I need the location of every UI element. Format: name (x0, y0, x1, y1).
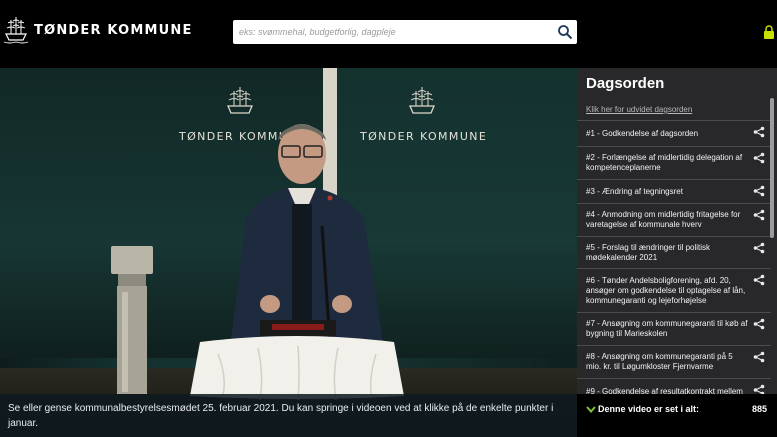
agenda-item-2[interactable]: #2 - Forlængelse af midlertidig delegati… (577, 146, 771, 179)
share-icon[interactable] (753, 209, 765, 221)
agenda-item-label: #4 - Anmodning om midlertidig fritagelse… (586, 210, 741, 229)
agenda-item-label: #7 - Ansøgning om kommunegaranti til køb… (586, 319, 748, 338)
agenda-item-label: #6 - Tønder Andelsboligforening, afd. 20… (586, 275, 746, 305)
share-icon[interactable] (753, 318, 765, 330)
agenda-item-8[interactable]: #8 - Ansøgning om kommunegaranti på 5 mi… (577, 345, 771, 378)
search-input[interactable] (233, 20, 551, 44)
brand-name[interactable]: TØNDER KOMMUNE (34, 23, 193, 38)
agenda-scrollbar[interactable] (770, 98, 774, 238)
search-icon[interactable] (557, 24, 573, 40)
agenda-title: Dagsorden (586, 75, 665, 92)
site-header: TØNDER KOMMUNE (0, 0, 777, 68)
podium-table (190, 320, 404, 400)
agenda-item-label: #3 - Ændring af tegningsret (586, 186, 683, 196)
agenda-item-1[interactable]: #1 - Godkendelse af dagsorden (577, 120, 771, 146)
video-caption: Se eller gense kommunalbestyrelsesmødet … (0, 394, 577, 437)
agenda-list: #1 - Godkendelse af dagsorden #2 - Forlæ… (577, 120, 771, 404)
search-box (233, 20, 577, 44)
agenda-panel: Dagsorden Klik her for udvidet dagsorden… (577, 68, 777, 437)
share-icon[interactable] (753, 242, 765, 254)
share-icon[interactable] (753, 126, 765, 138)
agenda-item-label: #2 - Forlængelse af midlertidig delegati… (586, 153, 743, 172)
share-icon[interactable] (753, 185, 765, 197)
agenda-item-label: #8 - Ansøgning om kommunegaranti på 5 mi… (586, 352, 733, 371)
agenda-item-label: #5 - Forslag til ændringer til politisk … (586, 242, 711, 262)
share-icon[interactable] (753, 274, 765, 286)
sanitizer-stand (111, 246, 153, 394)
view-counter-label: Denne video er set i alt: (598, 404, 700, 414)
expand-agenda-link[interactable]: Klik her for udvidet dagsorden (586, 105, 692, 114)
view-counter: Denne video er set i alt: 885 (577, 394, 777, 437)
lock-icon[interactable] (763, 25, 775, 39)
agenda-item-3[interactable]: #3 - Ændring af tegningsret (577, 179, 771, 203)
share-icon[interactable] (753, 351, 765, 363)
video-player[interactable]: TØNDER KOMMUNE TØNDER KOMMUNE Se eller g… (0, 68, 577, 437)
view-count: 885 (751, 404, 767, 414)
agenda-item-5[interactable]: #5 - Forslag til ændringer til politisk … (577, 236, 771, 268)
agenda-item-6[interactable]: #6 - Tønder Andelsboligforening, afd. 20… (577, 268, 771, 312)
ship-crest-icon (409, 87, 435, 114)
share-icon[interactable] (753, 152, 765, 164)
chevron-down-icon[interactable] (586, 404, 596, 414)
tonder-video-page: TØNDER KOMMUNE TØNDER KOMMUNE (0, 0, 777, 437)
ship-crest-icon[interactable] (2, 14, 30, 48)
agenda-item-7[interactable]: #7 - Ansøgning om kommunegaranti til køb… (577, 312, 771, 345)
agenda-item-4[interactable]: #4 - Anmodning om midlertidig fritagelse… (577, 203, 771, 236)
agenda-item-label: #1 - Godkendelse af dagsorden (586, 128, 699, 138)
